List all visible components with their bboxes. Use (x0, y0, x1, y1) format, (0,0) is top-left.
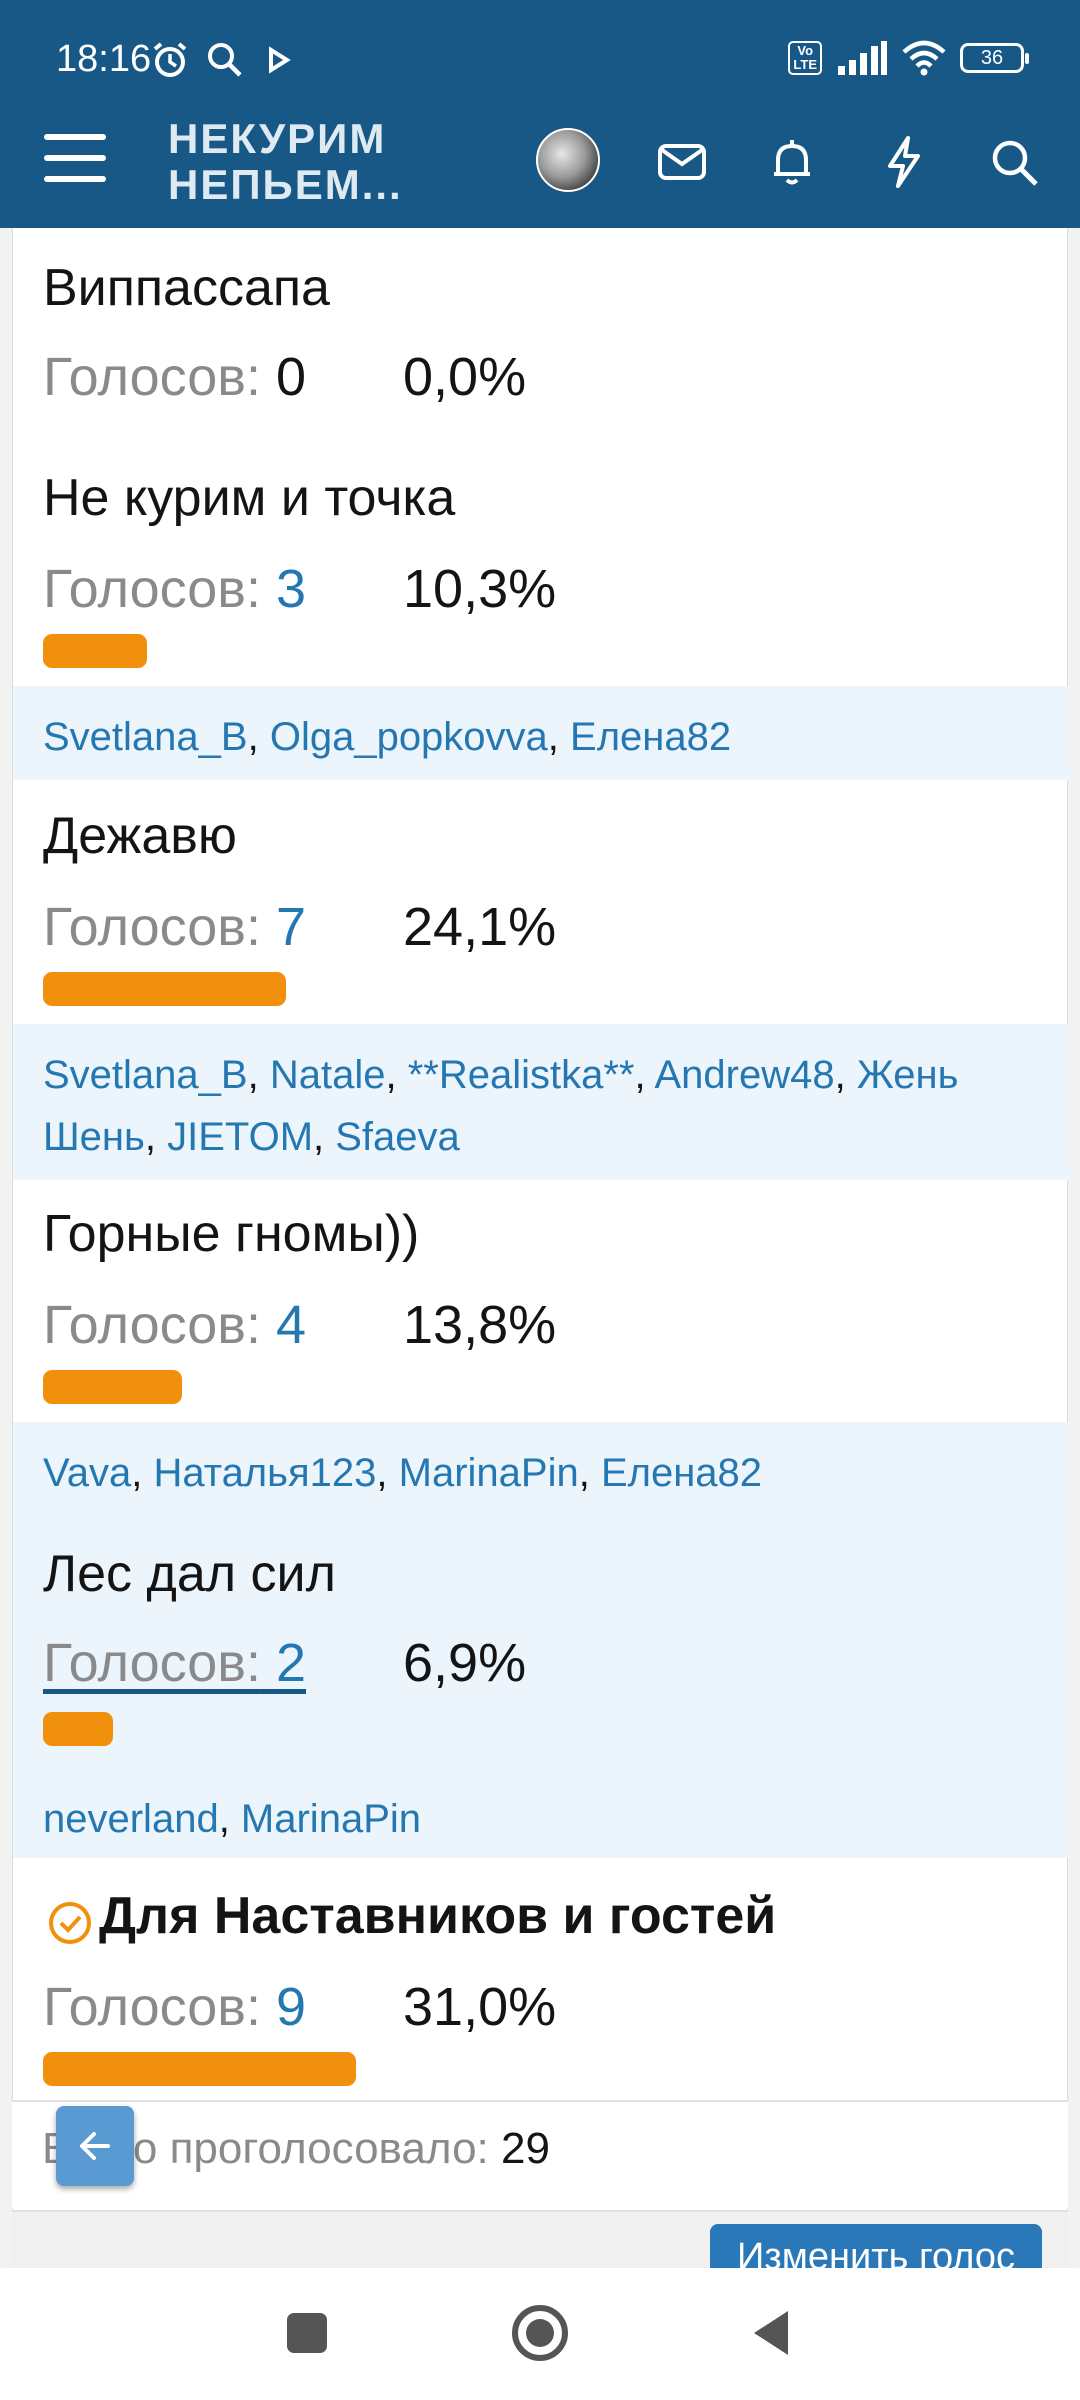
wifi-icon (902, 40, 946, 76)
recents-icon[interactable] (272, 2298, 342, 2368)
status-bar: 18:16 Vo LTE 36 (0, 0, 1080, 112)
voter-link[interactable]: Svetlana_B (43, 1053, 248, 1097)
voter-link[interactable]: neverland (43, 1797, 219, 1841)
votes-count[interactable]: 3 (276, 559, 306, 619)
voter-link[interactable]: Sfaeva (335, 1115, 460, 1159)
voter-link[interactable]: Andrew48 (655, 1053, 835, 1097)
voter-link[interactable]: Наталья123 (153, 1451, 376, 1495)
voter-link[interactable]: Svetlana_B (43, 715, 248, 759)
poll-option-title: Горные гномы)) (43, 1205, 420, 1263)
back-button[interactable] (56, 2106, 134, 2186)
votes-label: Голосов: (43, 347, 261, 407)
app-bar: НЕКУРИМ НЕПЬЕМ... (0, 112, 1080, 228)
votes-count[interactable]: 4 (276, 1295, 306, 1355)
poll-result-bar (43, 2052, 356, 2086)
poll-option-votes[interactable]: Голосов: 7 (43, 896, 306, 958)
poll-total: Всего проголосовало: 29 (12, 2100, 1068, 2208)
votes-count[interactable]: 7 (276, 897, 306, 957)
voters-list: Svetlana_B, Natale, **Realistka**, Andre… (13, 1024, 1069, 1180)
poll-option-percent: 13,8% (403, 1295, 557, 1355)
logo-line-1: НЕКУРИМ (168, 115, 387, 162)
poll-option-percent: 24,1% (403, 897, 557, 957)
poll-option-votes[interactable]: Голосов: 3 (43, 558, 306, 620)
voter-link[interactable]: Елена82 (570, 715, 731, 759)
menu-icon[interactable] (44, 134, 106, 194)
poll-option-title: Не курим и точка (43, 469, 456, 527)
voter-link[interactable]: Vava (43, 1451, 131, 1495)
poll-option-votes: Голосов: 0 (43, 346, 306, 408)
votes-count[interactable]: 9 (276, 1977, 306, 2037)
poll-results: Виппассапа Голосов: 0 0,0% Не курим и то… (12, 228, 1069, 2268)
poll-option-percent: 6,9% (403, 1633, 527, 1693)
play-icon (269, 46, 291, 74)
poll-option-percent: 31,0% (403, 1977, 557, 2037)
avatar[interactable] (536, 128, 600, 192)
voter-link[interactable]: Елена82 (601, 1451, 762, 1495)
poll-result-bar (43, 1370, 182, 1404)
poll-option-title-selected: Для Наставников и гостей (99, 1887, 777, 1945)
signal-icon (838, 41, 887, 75)
voters-list: Svetlana_B, Olga_popkovva, Елена82 (13, 686, 1069, 780)
back-nav-icon[interactable] (738, 2298, 808, 2368)
home-icon[interactable] (505, 2298, 575, 2368)
search-icon[interactable] (986, 134, 1042, 190)
votes-label: Голосов: (43, 1295, 261, 1355)
votes-label: Голосов: (43, 897, 261, 957)
status-time: 18:16 (56, 38, 152, 80)
votes-label: Голосов: (43, 559, 261, 619)
alarm-icon (153, 42, 187, 77)
total-count: 29 (501, 2124, 550, 2173)
poll-result-bar (43, 1712, 113, 1746)
voters-list: Vava, Наталья123, MarinaPin, Елена82 (13, 1422, 1069, 1522)
arrow-left-icon (80, 2132, 110, 2160)
votes-count[interactable]: 2 (276, 1633, 306, 1693)
voter-link[interactable]: JIETOM (167, 1115, 313, 1159)
bell-icon[interactable] (764, 134, 820, 190)
poll-option-percent: 10,3% (403, 559, 557, 619)
voter-link[interactable]: **Realistka** (408, 1053, 635, 1097)
app-header: 18:16 Vo LTE 36 НЕКУРИМ НЕПЬЕМ... (0, 0, 1080, 228)
votes-count: 0 (275, 347, 307, 407)
votes-label: Голосов: (43, 1977, 261, 2037)
voter-link[interactable]: MarinaPin (399, 1451, 579, 1495)
search-status-icon (208, 43, 242, 77)
poll-option-title: Виппассапа (43, 259, 330, 317)
poll-option-votes-link[interactable]: Голосов: 2 (43, 1632, 306, 1694)
site-logo[interactable]: НЕКУРИМ НЕПЬЕМ... (168, 116, 403, 208)
voter-link[interactable]: Olga_popkovva (270, 715, 548, 759)
poll-option-votes[interactable]: Голосов: 4 (43, 1294, 306, 1356)
voters-list: neverland, MarinaPin (43, 1797, 421, 1841)
poll-option-title: Дежавю (43, 807, 237, 865)
voter-link[interactable]: Natale (270, 1053, 386, 1097)
votes-label: Голосов: (43, 1633, 261, 1693)
battery-icon: 36 (960, 43, 1029, 73)
system-nav-bar (0, 2268, 1080, 2400)
logo-line-2: НЕПЬЕМ... (168, 161, 403, 208)
poll-result-bar (43, 972, 286, 1006)
poll-option-percent: 0,0% (403, 347, 527, 407)
check-circle-icon (49, 1902, 91, 1944)
poll-option-title: Лес дал сил (43, 1545, 336, 1603)
mail-icon[interactable] (654, 134, 710, 190)
voter-link[interactable]: MarinaPin (241, 1797, 421, 1841)
poll-option-votes[interactable]: Голосов: 9 (43, 1976, 306, 2038)
lightning-icon[interactable] (876, 134, 932, 190)
poll-result-bar (43, 634, 147, 668)
volte-icon: Vo LTE (788, 41, 822, 75)
